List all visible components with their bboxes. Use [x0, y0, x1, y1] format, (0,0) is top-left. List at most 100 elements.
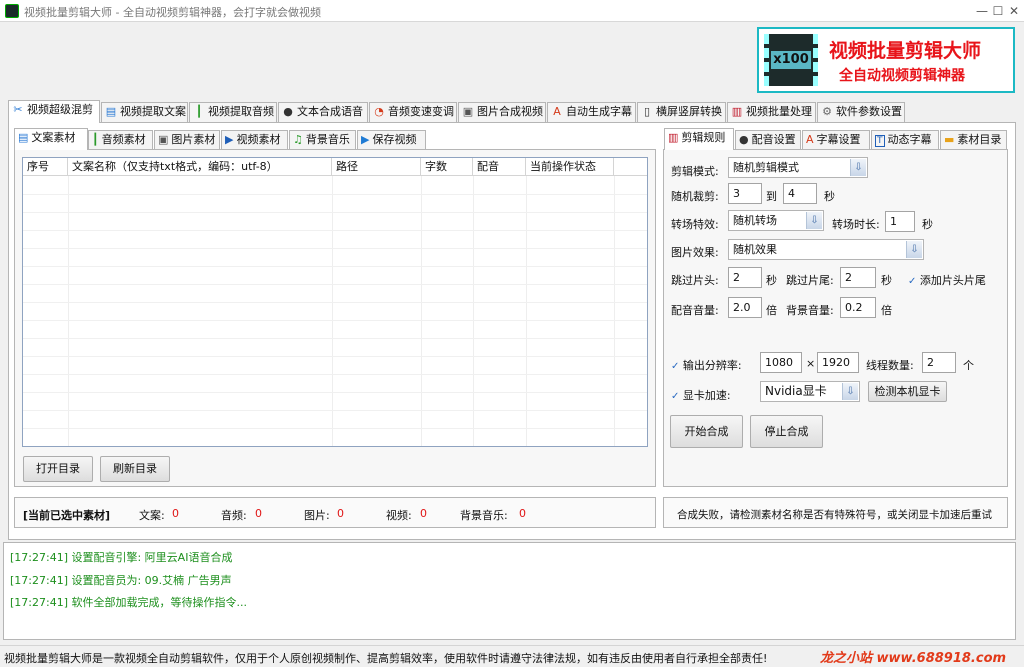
unit-seconds: 秒: [824, 190, 835, 203]
tab-text-to-speech[interactable]: ● 文本合成语音: [278, 102, 368, 122]
video-count-value: 0: [420, 507, 427, 520]
image-icon: ▣: [462, 105, 474, 118]
add-head-tail-checkbox[interactable]: ✓ 添加片头片尾: [908, 272, 986, 288]
bg-volume-label: 背景音量:: [786, 304, 834, 317]
transition-select[interactable]: 随机转场 ⇩: [728, 210, 824, 231]
tab-audio-material[interactable]: ┃ 音频素材: [88, 130, 153, 149]
film-logo-icon: x100: [764, 34, 818, 86]
tab-bg-music[interactable]: ♫ 背景音乐: [289, 130, 356, 149]
tab-image-to-video[interactable]: ▣ 图片合成视频: [458, 102, 546, 122]
minimize-button[interactable]: —: [975, 3, 989, 19]
text-box-icon: T: [875, 135, 885, 147]
column-header[interactable]: 当前操作状态: [526, 158, 614, 176]
tab-video-material[interactable]: ▶ 视频素材: [221, 130, 288, 149]
tab-batch-process[interactable]: ▥ 视频批量处理: [727, 102, 816, 122]
check-icon: ✓: [908, 276, 917, 287]
grid-line: [23, 338, 647, 339]
open-directory-button[interactable]: 打开目录: [23, 456, 93, 482]
image-icon: ▣: [158, 133, 169, 146]
times-sign: ×: [806, 357, 816, 370]
resolution-checkbox[interactable]: ✓ 输出分辨率:: [671, 357, 742, 373]
tab-dub-settings[interactable]: ● 配音设置: [735, 130, 801, 149]
chevron-down-icon: ⇩: [806, 212, 822, 229]
grid-line: [23, 374, 647, 375]
document-icon: ▤: [105, 105, 117, 118]
stop-compose-button[interactable]: 停止合成: [750, 415, 823, 448]
column-header[interactable]: 路径: [332, 158, 421, 176]
log-line: [17:27:41] 设置配音引擎: 阿里云AI语音合成: [10, 551, 233, 564]
banner-subtitle: 全自动视频剪辑神器: [839, 68, 965, 84]
text-count-label: 文案:: [139, 509, 165, 522]
threads-input[interactable]: 2: [922, 352, 956, 373]
maximize-button[interactable]: ☐: [991, 3, 1005, 19]
check-icon: ✓: [671, 391, 680, 402]
tab-image-material[interactable]: ▣ 图片素材: [154, 130, 220, 149]
resolution-height-input[interactable]: 1920: [817, 352, 859, 373]
to-label: 到: [766, 190, 777, 203]
tab-text-material[interactable]: ▤ 文案素材: [14, 128, 88, 150]
disclaimer-text: 视频批量剪辑大师是一款视频全自动剪辑软件，仅用于个人原创视频制作、提高剪辑效率，…: [4, 652, 768, 665]
tab-software-settings[interactable]: ⚙ 软件参数设置: [817, 102, 905, 122]
tab-video-super-mix[interactable]: ✂ 视频超级混剪: [8, 100, 100, 123]
tab-extract-text[interactable]: ▤ 视频提取文案: [101, 102, 188, 122]
log-line: [17:27:41] 软件全部加载完成，等待操作指令...: [10, 596, 247, 609]
play-box-icon: ▶: [361, 133, 370, 146]
skip-head-input[interactable]: 2: [728, 267, 762, 288]
skip-tail-label: 跳过片尾:: [786, 274, 834, 287]
grid-line: [23, 428, 647, 429]
tab-audio-speed[interactable]: ◔ 音频变速变调: [369, 102, 457, 122]
column-header[interactable]: 序号: [23, 158, 68, 176]
grid-line: [526, 176, 527, 446]
tab-orientation-convert[interactable]: ▯ 横屏竖屏转换: [637, 102, 726, 122]
grid-line: [23, 320, 647, 321]
film-icon: ▥: [731, 105, 743, 118]
font-icon: A: [806, 133, 814, 146]
column-header[interactable]: 文案名称（仅支持txt格式，编码：utf-8）: [68, 158, 332, 176]
image-count-label: 图片:: [304, 509, 330, 522]
edit-mode-select[interactable]: 随机剪辑模式 ⇩: [728, 157, 868, 178]
grid-line: [23, 356, 647, 357]
chevron-down-icon: ⇩: [906, 241, 922, 258]
rotate-icon: ▯: [643, 105, 651, 118]
tab-extract-audio[interactable]: ┃ 视频提取音频: [189, 102, 277, 122]
tab-subtitle-settings[interactable]: A 字幕设置: [802, 130, 870, 149]
chevron-down-icon: ⇩: [850, 159, 866, 176]
start-compose-button[interactable]: 开始合成: [670, 415, 743, 448]
tab-edit-rules[interactable]: ▥ 剪辑规则: [664, 128, 734, 150]
tab-save-video[interactable]: ▶ 保存视频: [357, 130, 426, 149]
unit-times: 倍: [881, 304, 892, 317]
edit-mode-label: 剪辑模式:: [671, 165, 719, 178]
scissors-icon: ✂: [13, 103, 23, 116]
grid-line: [332, 176, 333, 446]
tab-auto-subtitle[interactable]: A 自动生成字幕: [547, 102, 636, 122]
dub-volume-input[interactable]: 2.0: [728, 297, 762, 318]
log-panel[interactable]: [17:27:41] 设置配音引擎: 阿里云AI语音合成 [17:27:41] …: [3, 542, 1016, 640]
random-cut-label: 随机裁剪:: [671, 190, 719, 203]
tab-material-directory[interactable]: ▬ 素材目录: [940, 130, 1007, 149]
image-effect-select[interactable]: 随机效果 ⇩: [728, 239, 924, 260]
transition-duration-input[interactable]: 1: [885, 211, 915, 232]
app-icon: [5, 4, 19, 18]
column-header[interactable]: 配音: [473, 158, 526, 176]
material-table[interactable]: 序号 文案名称（仅支持txt格式，编码：utf-8） 路径 字数 配音 当前操作…: [22, 157, 648, 447]
skip-tail-input[interactable]: 2: [840, 267, 876, 288]
dub-volume-label: 配音音量:: [671, 304, 719, 317]
table-header: 序号 文案名称（仅支持txt格式，编码：utf-8） 路径 字数 配音 当前操作…: [23, 158, 647, 176]
resolution-width-input[interactable]: 1080: [760, 352, 802, 373]
font-icon: A: [553, 105, 561, 118]
detect-gpu-button[interactable]: 检测本机显卡: [868, 381, 947, 402]
random-cut-to-input[interactable]: 4: [783, 183, 817, 204]
random-cut-from-input[interactable]: 3: [728, 183, 762, 204]
title-bar: 视频批量剪辑大师 - 全自动视频剪辑神器，会打字就会做视频 — ☐ ✕: [0, 0, 1024, 22]
gpu-select[interactable]: Nvidia显卡 ⇩: [760, 381, 860, 402]
gpu-accel-checkbox[interactable]: ✓ 显卡加速:: [671, 387, 731, 403]
close-button[interactable]: ✕: [1007, 3, 1021, 19]
transition-label: 转场特效:: [671, 218, 719, 231]
tab-dynamic-subtitle[interactable]: T 动态字幕: [871, 130, 939, 149]
grid-line: [614, 176, 615, 446]
bg-volume-input[interactable]: 0.2: [840, 297, 876, 318]
column-header[interactable]: 字数: [421, 158, 473, 176]
grid-line: [473, 176, 474, 446]
grid-line: [23, 266, 647, 267]
refresh-directory-button[interactable]: 刷新目录: [100, 456, 170, 482]
